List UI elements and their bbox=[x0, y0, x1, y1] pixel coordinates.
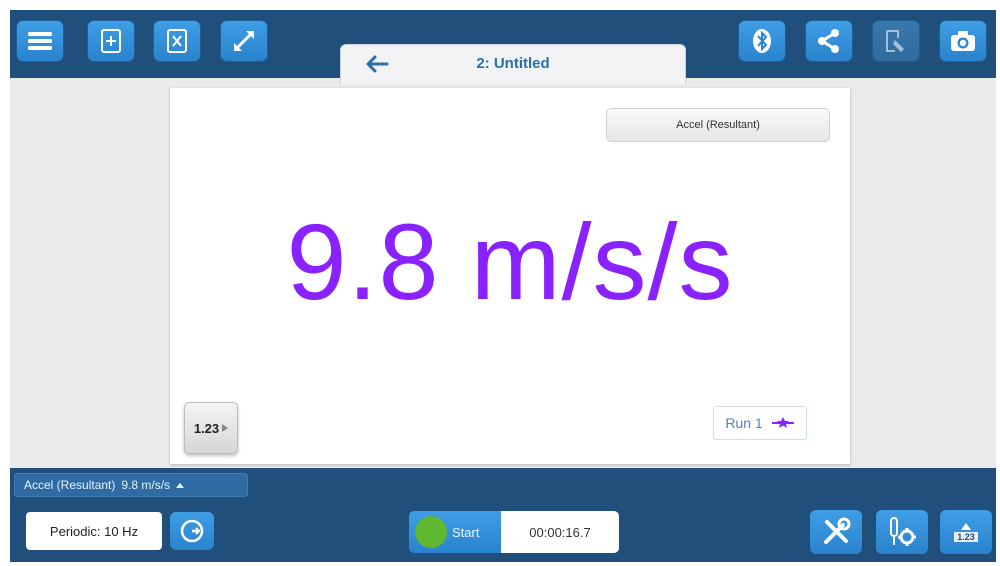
share-button[interactable] bbox=[805, 20, 853, 62]
sampling-options-button[interactable] bbox=[170, 512, 214, 550]
sensor-selector-button[interactable]: Accel (Resultant) bbox=[606, 108, 830, 142]
document-tab: 2: Untitled bbox=[340, 44, 686, 84]
caret-up-icon bbox=[176, 482, 185, 488]
meter-view-icon: 1.23 bbox=[954, 522, 978, 542]
share-icon bbox=[818, 29, 839, 53]
bottom-toolbar: Periodic: 10 Hz Start 00:00:16.7 1.23 bbox=[10, 504, 996, 562]
play-triangle-icon bbox=[222, 424, 229, 432]
meter-view-label: 1.23 bbox=[954, 531, 978, 542]
tools-button[interactable] bbox=[810, 510, 862, 554]
precision-button[interactable]: 1.23 bbox=[184, 402, 238, 454]
snapshot-button[interactable] bbox=[939, 20, 987, 62]
elapsed-time: 00:00:16.7 bbox=[501, 511, 619, 553]
meter-page: Accel (Resultant) 9.8 m/s/s 1.23 Run 1 bbox=[170, 88, 850, 464]
sensor-status-bar: Accel (Resultant) 9.8 m/s/s bbox=[10, 468, 996, 504]
probe-gear-icon bbox=[890, 517, 916, 546]
sensor-setup-button[interactable] bbox=[876, 510, 928, 554]
bluetooth-button[interactable] bbox=[738, 20, 786, 62]
close-file-button[interactable] bbox=[153, 20, 201, 62]
sensor-status-chip[interactable]: Accel (Resultant) 9.8 m/s/s bbox=[14, 473, 248, 497]
bluetooth-icon bbox=[753, 29, 771, 53]
top-toolbar: 2: Untitled bbox=[10, 10, 996, 84]
file-plus-icon bbox=[101, 29, 121, 53]
hamburger-icon bbox=[28, 32, 52, 50]
status-sensor-name: Accel (Resultant) bbox=[24, 478, 116, 492]
precision-value: 1.23 bbox=[193, 420, 220, 436]
fullscreen-button[interactable] bbox=[220, 20, 268, 62]
expand-arrows-icon bbox=[234, 31, 254, 51]
start-indicator-icon bbox=[415, 516, 447, 548]
start-button[interactable]: Start bbox=[409, 511, 501, 553]
new-file-button[interactable] bbox=[87, 20, 135, 62]
camera-icon bbox=[951, 31, 975, 51]
document-title[interactable]: 2: Untitled bbox=[341, 55, 685, 72]
start-label: Start bbox=[452, 525, 480, 540]
menu-button[interactable] bbox=[16, 20, 64, 62]
app-window: 2: Untitled Accel (Resultant) 9.8 m/s/s … bbox=[10, 10, 996, 562]
run-marker-icon bbox=[771, 417, 794, 428]
annotate-button[interactable] bbox=[872, 20, 920, 62]
run-legend[interactable]: Run 1 bbox=[713, 406, 807, 440]
status-sensor-value: 9.8 m/s/s bbox=[121, 478, 171, 492]
meter-view-button[interactable]: 1.23 bbox=[940, 510, 992, 554]
sampling-mode-button[interactable]: Periodic: 10 Hz bbox=[26, 512, 162, 550]
page-pen-icon bbox=[886, 30, 904, 52]
wrench-screwdriver-icon bbox=[824, 517, 851, 544]
run-label: Run 1 bbox=[725, 415, 763, 431]
timer-circle-icon bbox=[180, 519, 204, 543]
file-x-icon bbox=[167, 29, 187, 53]
digital-meter-reading: 9.8 m/s/s bbox=[286, 201, 734, 322]
